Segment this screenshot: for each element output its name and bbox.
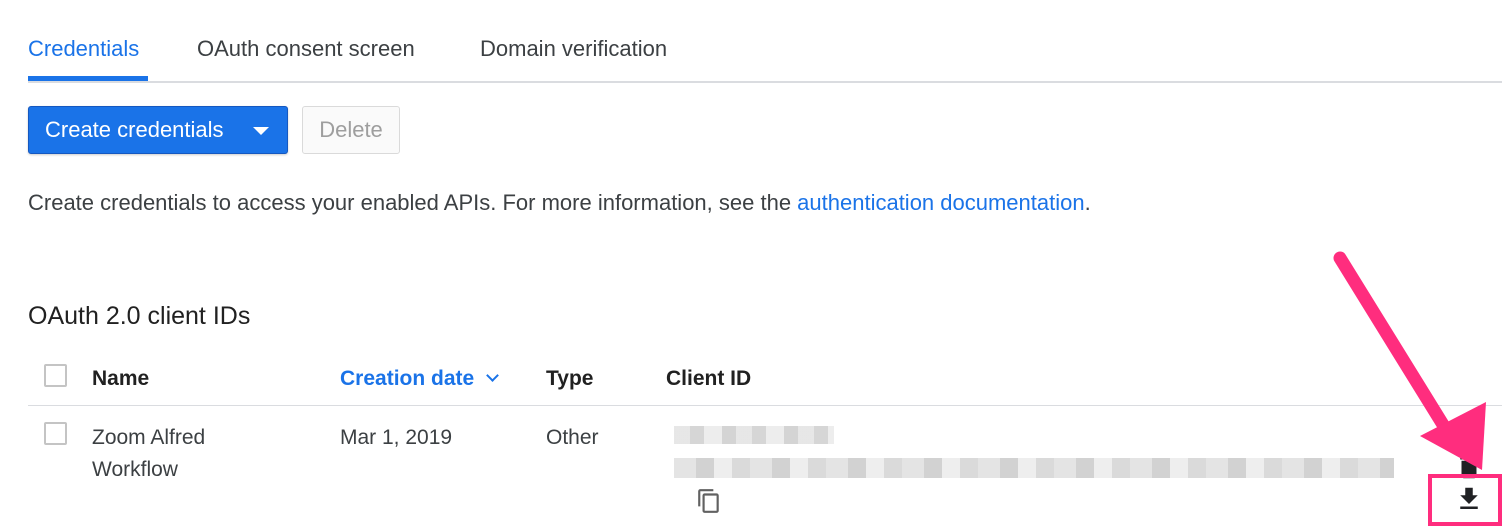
- create-credentials-label: Create credentials: [45, 117, 224, 142]
- column-header-creation-date-label: Creation date: [340, 367, 475, 390]
- info-text: Create credentials to access your enable…: [28, 190, 1091, 216]
- client-name-line-1: Zoom Alfred: [92, 426, 206, 449]
- tab-domain-verification[interactable]: Domain verification: [480, 36, 667, 62]
- authentication-documentation-link[interactable]: authentication documentation: [797, 190, 1084, 215]
- redacted-client-id-part-1: [674, 426, 834, 444]
- column-header-creation-date[interactable]: Creation date: [340, 367, 500, 391]
- column-header-name[interactable]: Name: [92, 367, 149, 391]
- info-text-body: Create credentials to access your enable…: [28, 190, 798, 215]
- create-credentials-button[interactable]: Create credentials: [28, 106, 288, 154]
- table-row: Zoom Alfred Workflow Mar 1, 2019 Other: [28, 406, 1502, 528]
- client-name[interactable]: Zoom Alfred Workflow: [92, 422, 205, 486]
- tab-oauth-consent-screen[interactable]: OAuth consent screen: [197, 36, 415, 62]
- dropdown-caret-icon: [253, 127, 269, 135]
- creation-date-cell: Mar 1, 2019: [340, 426, 453, 449]
- table-header: Name Creation date Type Client ID: [28, 358, 1502, 406]
- delete-button-label: Delete: [319, 117, 383, 142]
- active-tab-indicator: [28, 76, 148, 81]
- client-name-line-2: Workflow: [92, 458, 178, 481]
- column-header-client-id[interactable]: Client ID: [666, 367, 751, 391]
- chevron-down-icon: [486, 369, 500, 382]
- annotation-highlight-box: [1428, 474, 1502, 526]
- delete-button[interactable]: Delete: [302, 106, 400, 154]
- section-title: OAuth 2.0 client IDs: [28, 302, 251, 330]
- info-text-suffix: .: [1084, 190, 1091, 215]
- row-checkbox[interactable]: [44, 422, 67, 445]
- redacted-client-id-part-2: [674, 458, 1394, 478]
- column-header-type[interactable]: Type: [546, 367, 593, 391]
- select-all-checkbox[interactable]: [44, 364, 67, 387]
- tab-credentials[interactable]: Credentials: [28, 36, 139, 62]
- copy-icon[interactable]: [696, 486, 722, 516]
- annotation-arrow: [1333, 251, 1486, 470]
- tab-bar: Credentials OAuth consent screen Domain …: [28, 0, 1502, 83]
- type-cell: Other: [546, 426, 599, 449]
